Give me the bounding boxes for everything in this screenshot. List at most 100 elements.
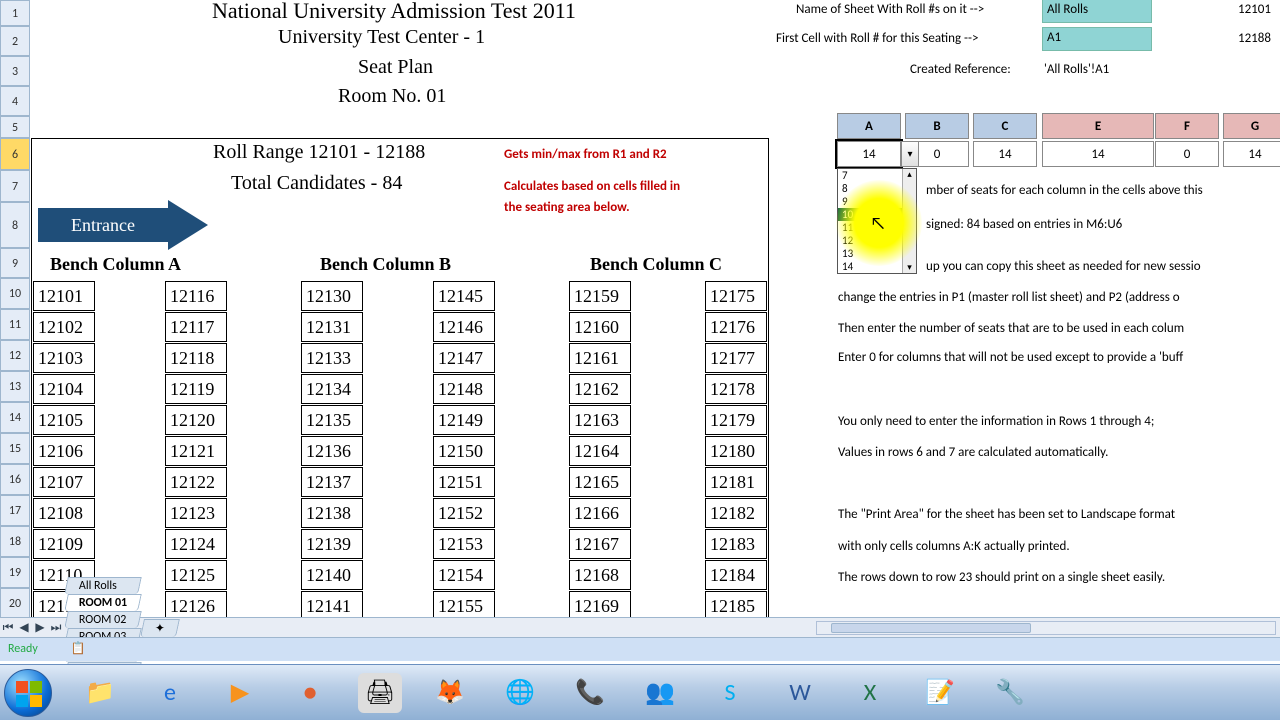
roll-cell[interactable]: 12175 xyxy=(705,281,767,311)
start-button[interactable] xyxy=(4,669,52,717)
dropdown-button[interactable]: ▾ xyxy=(901,141,919,167)
roll-cell[interactable]: 12155 xyxy=(433,591,495,617)
app-icon-1[interactable]: ● xyxy=(288,673,332,713)
roll-cell[interactable]: 12119 xyxy=(165,374,227,404)
ie-icon[interactable]: e xyxy=(148,673,192,713)
roll-cell[interactable]: 12140 xyxy=(301,560,363,590)
row-header-20[interactable]: 20 xyxy=(0,588,30,617)
roll-cell[interactable]: 12123 xyxy=(165,498,227,528)
roll-cell[interactable]: 12138 xyxy=(301,498,363,528)
roll-cell[interactable]: 12162 xyxy=(569,374,631,404)
row-header-1[interactable]: 1 xyxy=(0,0,30,26)
roll-cell[interactable]: 12164 xyxy=(569,436,631,466)
roll-cell[interactable]: 12133 xyxy=(301,343,363,373)
roll-cell[interactable]: 12168 xyxy=(569,560,631,590)
row-header-11[interactable]: 11 xyxy=(0,309,30,340)
row-header-9[interactable]: 9 xyxy=(0,248,30,278)
roll-cell[interactable]: 12137 xyxy=(301,467,363,497)
roll-cell[interactable]: 12139 xyxy=(301,529,363,559)
seat-val-G[interactable]: 14 xyxy=(1223,141,1280,167)
input-sheet-name[interactable]: All Rolls xyxy=(1042,0,1152,23)
new-sheet-tab[interactable]: ✦ xyxy=(140,619,180,637)
row-header-13[interactable]: 13 xyxy=(0,371,30,402)
roll-cell[interactable]: 12126 xyxy=(165,591,227,617)
chrome-icon[interactable]: 🌐 xyxy=(498,673,542,713)
row-header-4[interactable]: 4 xyxy=(0,86,30,116)
notes-icon[interactable]: 📝 xyxy=(918,673,962,713)
roll-cell[interactable]: 12108 xyxy=(33,498,95,528)
roll-cell[interactable]: 12120 xyxy=(165,405,227,435)
roll-cell[interactable]: 12141 xyxy=(301,591,363,617)
roll-cell[interactable]: 12117 xyxy=(165,312,227,342)
roll-cell[interactable]: 12109 xyxy=(33,529,95,559)
roll-cell[interactable]: 12124 xyxy=(165,529,227,559)
roll-cell[interactable]: 12147 xyxy=(433,343,495,373)
explorer-icon[interactable]: 📁 xyxy=(78,673,122,713)
roll-cell[interactable]: 12178 xyxy=(705,374,767,404)
roll-cell[interactable]: 12160 xyxy=(569,312,631,342)
seat-val-C[interactable]: 14 xyxy=(973,141,1037,167)
roll-cell[interactable]: 12181 xyxy=(705,467,767,497)
excel-icon[interactable]: X xyxy=(848,673,892,713)
input-first-cell[interactable]: A1 xyxy=(1042,27,1152,51)
row-header-2[interactable]: 2 xyxy=(0,26,30,56)
row-header-17[interactable]: 17 xyxy=(0,495,30,526)
tool-icon[interactable]: 🔧 xyxy=(988,673,1032,713)
sheet-tab[interactable]: ROOM 01 xyxy=(64,594,142,611)
roll-cell[interactable]: 12182 xyxy=(705,498,767,528)
roll-cell[interactable]: 12176 xyxy=(705,312,767,342)
word-icon[interactable]: W xyxy=(778,673,822,713)
roll-cell[interactable]: 12177 xyxy=(705,343,767,373)
sheet-tab[interactable]: All Rolls xyxy=(64,577,142,594)
roll-cell[interactable]: 12154 xyxy=(433,560,495,590)
dropdown-scrollbar[interactable]: ▴ ▾ xyxy=(902,169,916,273)
row-header-16[interactable]: 16 xyxy=(0,464,30,495)
roll-cell[interactable]: 12159 xyxy=(569,281,631,311)
dropdown-list[interactable]: 7891011121314 ▴ ▾ xyxy=(837,168,917,274)
roll-cell[interactable]: 12118 xyxy=(165,343,227,373)
row-header-10[interactable]: 10 xyxy=(0,278,30,309)
row-header-8[interactable]: 8 xyxy=(0,202,30,248)
roll-cell[interactable]: 12121 xyxy=(165,436,227,466)
roll-cell[interactable]: 12107 xyxy=(33,467,95,497)
row-header-5[interactable]: 5 xyxy=(0,116,30,138)
roll-cell[interactable]: 12122 xyxy=(165,467,227,497)
firefox-icon[interactable]: 🦊 xyxy=(428,673,472,713)
roll-cell[interactable]: 12185 xyxy=(705,591,767,617)
sheet-tab[interactable]: ROOM 02 xyxy=(64,611,142,628)
roll-cell[interactable]: 12183 xyxy=(705,529,767,559)
row-header-3[interactable]: 3 xyxy=(0,56,30,86)
scroll-thumb[interactable] xyxy=(831,623,1031,633)
skype-icon[interactable]: S xyxy=(708,673,752,713)
roll-cell[interactable]: 12101 xyxy=(33,281,95,311)
row-header-6[interactable]: 6 xyxy=(0,138,30,170)
roll-cell[interactable]: 12149 xyxy=(433,405,495,435)
roll-cell[interactable]: 12136 xyxy=(301,436,363,466)
roll-cell[interactable]: 12145 xyxy=(433,281,495,311)
roll-cell[interactable]: 12134 xyxy=(301,374,363,404)
seat-val-F[interactable]: 0 xyxy=(1155,141,1219,167)
roll-cell[interactable]: 12153 xyxy=(433,529,495,559)
roll-cell[interactable]: 12146 xyxy=(433,312,495,342)
roll-cell[interactable]: 12184 xyxy=(705,560,767,590)
seat-val-A[interactable]: 14 xyxy=(837,141,901,167)
viber-icon[interactable]: 📞 xyxy=(568,673,612,713)
roll-cell[interactable]: 12151 xyxy=(433,467,495,497)
roll-cell[interactable]: 12161 xyxy=(569,343,631,373)
roll-cell[interactable]: 12167 xyxy=(569,529,631,559)
row-header-12[interactable]: 12 xyxy=(0,340,30,371)
tab-nav-first[interactable]: ⏮ xyxy=(0,621,16,635)
roll-cell[interactable]: 12179 xyxy=(705,405,767,435)
people-icon[interactable]: 👥 xyxy=(638,673,682,713)
tab-nav-next[interactable]: ▶ xyxy=(32,620,48,635)
tab-nav-last[interactable]: ⏭ xyxy=(48,621,64,635)
row-header-18[interactable]: 18 xyxy=(0,526,30,557)
horizontal-scrollbar[interactable] xyxy=(816,621,1276,635)
roll-cell[interactable]: 12169 xyxy=(569,591,631,617)
tab-nav-prev[interactable]: ◀ xyxy=(16,620,32,635)
roll-cell[interactable]: 12152 xyxy=(433,498,495,528)
roll-cell[interactable]: 12116 xyxy=(165,281,227,311)
row-header-15[interactable]: 15 xyxy=(0,433,30,464)
macro-record-icon[interactable]: 📋 xyxy=(70,642,85,656)
roll-cell[interactable]: 12105 xyxy=(33,405,95,435)
